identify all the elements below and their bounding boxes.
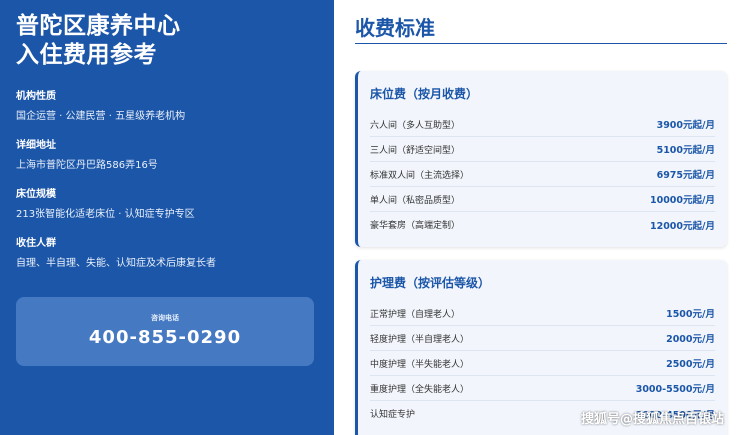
section-label: 床位规模 bbox=[16, 189, 56, 200]
watermark: 搜狐号@搜狐焦点百银站 bbox=[580, 412, 724, 427]
row-name: 六人间（多人互助型） bbox=[370, 120, 461, 131]
table-row: 轻度护理（半自理老人） 2000元/月 bbox=[370, 326, 715, 351]
card-title: 护理费（按评估等级） bbox=[370, 276, 491, 290]
table-row: 正常护理（自理老人） 1500元/月 bbox=[370, 301, 715, 326]
section-value: 213张智能化适老床位 · 认知症专护专区 bbox=[16, 209, 195, 220]
row-name: 中度护理（半失能老人） bbox=[370, 359, 470, 370]
heading-divider bbox=[355, 43, 727, 44]
section-nature: 机构性质 国企运营 · 公建民营 · 五星级养老机构 bbox=[16, 90, 318, 124]
section-address: 详细地址 上海市普陀区丹巴路586弄16号 bbox=[16, 139, 318, 173]
table-row: 单人间（私密品质型） 10000元起/月 bbox=[370, 187, 715, 212]
table-row: 三人间（舒适空间型） 5100元起/月 bbox=[370, 137, 715, 162]
row-name: 标准双人间（主流选择） bbox=[370, 170, 470, 181]
row-price: 6975元起/月 bbox=[656, 170, 715, 181]
row-price: 5100元起/月 bbox=[656, 145, 715, 156]
row-name: 单人间（私密品质型） bbox=[370, 195, 461, 206]
section-value: 自理、半自理、失能、认知症及术后康复长者 bbox=[16, 258, 216, 269]
row-name: 重度护理（全失能老人） bbox=[370, 384, 470, 395]
table-row: 六人间（多人互助型） 3900元起/月 bbox=[370, 112, 715, 137]
title-line-1: 普陀区康养中心 bbox=[16, 13, 181, 39]
contact-label: 咨询电话 bbox=[151, 314, 179, 322]
section-beds: 床位规模 213张智能化适老床位 · 认知症专护专区 bbox=[16, 188, 318, 222]
section-label: 收住人群 bbox=[16, 238, 56, 249]
section-value: 国企运营 · 公建民营 · 五星级养老机构 bbox=[16, 111, 186, 122]
row-price: 10000元起/月 bbox=[649, 195, 715, 206]
card-title: 床位费（按月收费） bbox=[370, 87, 479, 101]
row-price: 3000-5500元/月 bbox=[635, 384, 715, 395]
contact-phone[interactable]: 400-855-0290 bbox=[16, 327, 314, 348]
row-price: 1500元/月 bbox=[666, 309, 715, 320]
section-label: 机构性质 bbox=[16, 91, 56, 102]
section-value: 上海市普陀区丹巴路586弄16号 bbox=[16, 160, 158, 171]
table-row: 中度护理（半失能老人） 2500元/月 bbox=[370, 351, 715, 376]
row-price: 12000元起/月 bbox=[649, 220, 715, 232]
row-price: 2500元/月 bbox=[666, 359, 715, 370]
info-panel: 普陀区康养中心 入住费用参考 机构性质 国企运营 · 公建民营 · 五星级养老机… bbox=[0, 0, 334, 435]
row-price: 2000元/月 bbox=[666, 334, 715, 345]
title-line-2: 入住费用参考 bbox=[16, 42, 157, 68]
row-name: 豪华套房（高端定制） bbox=[370, 221, 461, 231]
row-name: 正常护理（自理老人） bbox=[370, 309, 461, 320]
bed-fee-card: 床位费（按月收费） 六人间（多人互助型） 3900元起/月 三人间（舒适空间型）… bbox=[355, 71, 727, 247]
contact-box[interactable]: 咨询电话 400-855-0290 bbox=[16, 297, 314, 366]
section-label: 详细地址 bbox=[16, 140, 56, 151]
fees-panel: 收费标准 床位费（按月收费） 六人间（多人互助型） 3900元起/月 三人间（舒… bbox=[334, 0, 740, 435]
table-row: 重度护理（全失能老人） 3000-5500元/月 bbox=[370, 376, 715, 401]
table-row: 标准双人间（主流选择） 6975元起/月 bbox=[370, 162, 715, 187]
fees-heading: 收费标准 bbox=[355, 16, 435, 40]
row-price: 3900元起/月 bbox=[656, 120, 715, 131]
row-name: 三人间（舒适空间型） bbox=[370, 145, 461, 156]
row-name: 认知症专护 bbox=[370, 410, 416, 420]
row-name: 轻度护理（半自理老人） bbox=[370, 334, 470, 345]
page-title: 普陀区康养中心 入住费用参考 bbox=[16, 12, 318, 70]
table-row: 豪华套房（高端定制） 12000元起/月 bbox=[370, 212, 715, 237]
section-residents: 收住人群 自理、半自理、失能、认知症及术后康复长者 bbox=[16, 237, 318, 271]
